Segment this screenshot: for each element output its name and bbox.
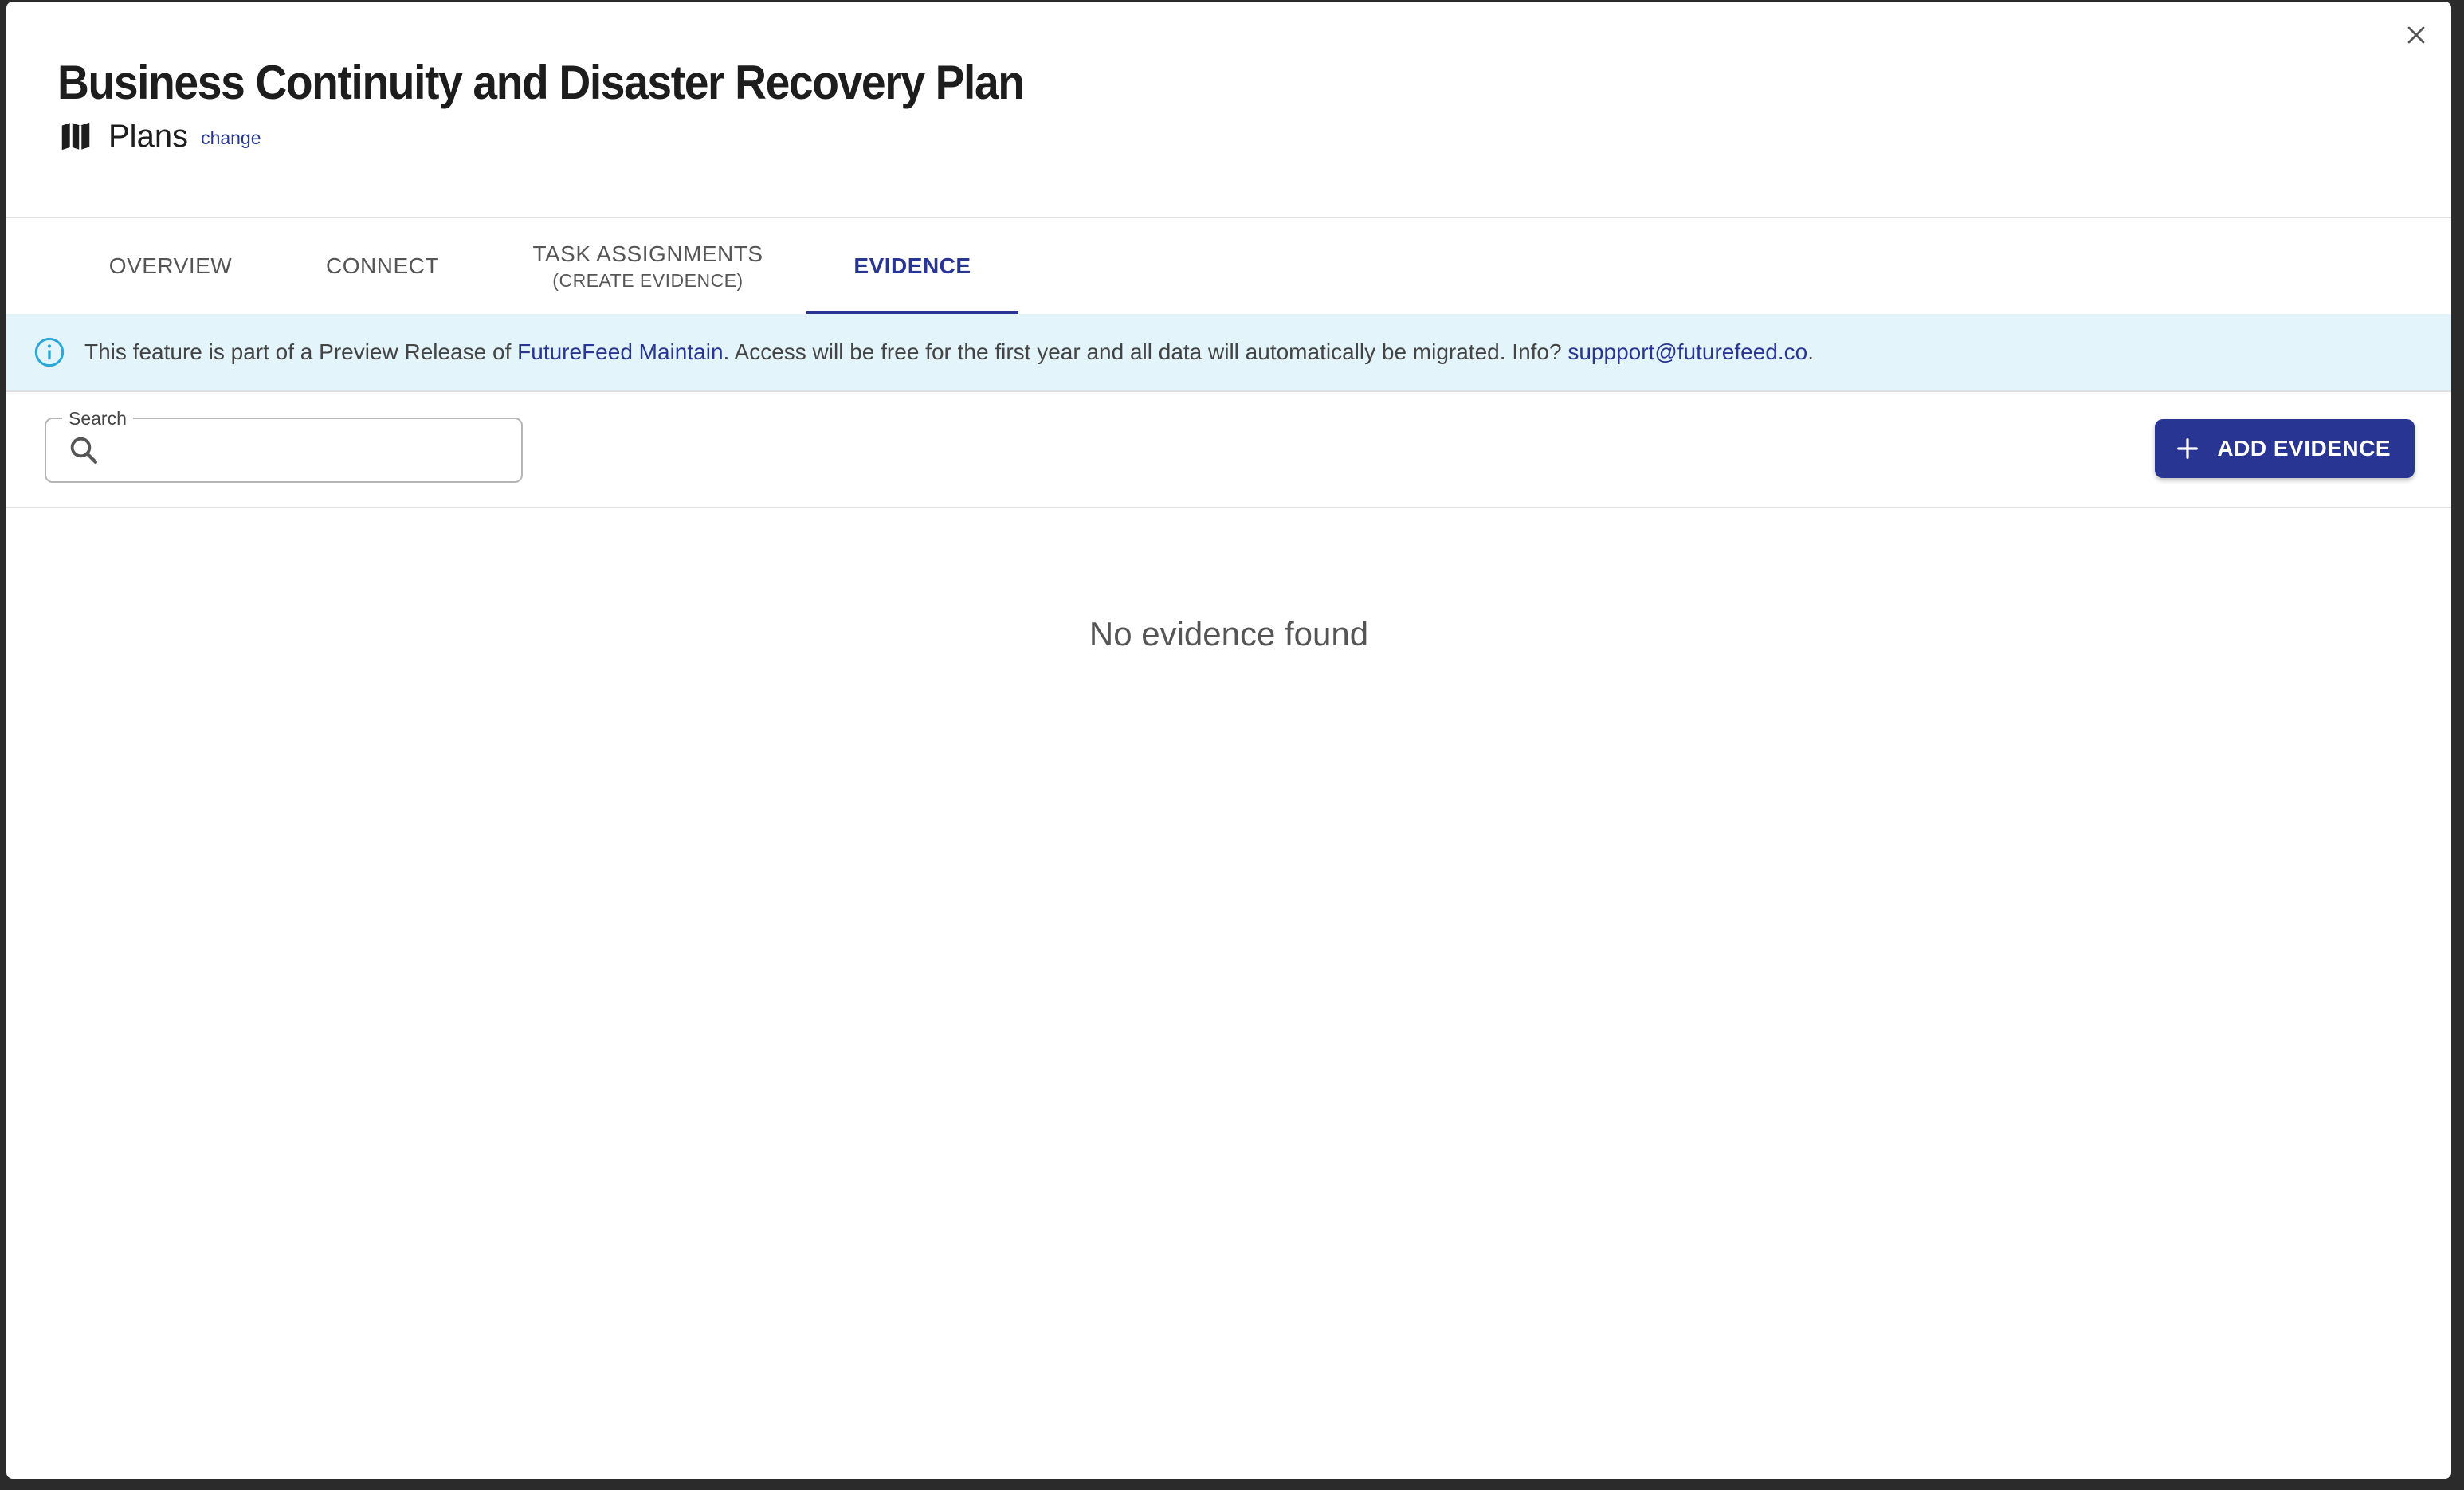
search-label: Search xyxy=(62,408,133,429)
modal-header: Business Continuity and Disaster Recover… xyxy=(57,51,1108,155)
tab-evidence[interactable]: EVIDENCE xyxy=(806,218,1018,314)
support-email-link[interactable]: suppport@futurefeed.co xyxy=(1567,339,1807,364)
tab-bar: OVERVIEW CONNECT TASK ASSIGNMENTS (CREAT… xyxy=(6,218,2451,314)
tab-task-assignments[interactable]: TASK ASSIGNMENTS (CREATE EVIDENCE) xyxy=(508,218,787,314)
product-link[interactable]: FutureFeed Maintain xyxy=(517,339,723,364)
banner-text-middle: . Access will be free for the first year… xyxy=(723,339,1568,364)
evidence-toolbar: Search ADD EVIDENCE xyxy=(6,392,2451,508)
tab-sublabel: (CREATE EVIDENCE) xyxy=(552,269,744,291)
search-icon xyxy=(70,437,97,464)
map-icon xyxy=(61,122,90,151)
search-input[interactable] xyxy=(112,427,513,473)
add-evidence-button[interactable]: ADD EVIDENCE xyxy=(2155,419,2415,478)
add-evidence-label: ADD EVIDENCE xyxy=(2217,436,2391,461)
banner-text-before: This feature is part of a Preview Releas… xyxy=(84,339,518,364)
tab-label: OVERVIEW xyxy=(108,253,233,278)
close-icon xyxy=(2407,26,2425,44)
evidence-modal: Business Continuity and Disaster Recover… xyxy=(6,2,2451,1479)
empty-state-message: No evidence found xyxy=(1089,615,1369,653)
plus-icon xyxy=(2177,438,2199,459)
tab-label: CONNECT xyxy=(326,253,439,278)
tab-overview[interactable]: OVERVIEW xyxy=(86,218,255,314)
close-button[interactable] xyxy=(2402,21,2431,49)
info-icon xyxy=(34,337,65,367)
banner-text: This feature is part of a Preview Releas… xyxy=(84,339,1814,365)
tab-label: EVIDENCE xyxy=(853,253,971,278)
tab-label: TASK ASSIGNMENTS xyxy=(532,241,763,266)
change-type-link[interactable]: change xyxy=(201,127,261,149)
modal-title: Business Continuity and Disaster Recover… xyxy=(57,56,1025,109)
banner-text-after: . xyxy=(1807,339,1814,364)
type-row: Plans change xyxy=(57,118,1108,155)
search-field[interactable]: Search xyxy=(45,408,523,483)
tab-connect[interactable]: CONNECT xyxy=(301,218,464,314)
preview-info-banner: This feature is part of a Preview Releas… xyxy=(6,314,2451,392)
type-label: Plans xyxy=(108,118,189,154)
